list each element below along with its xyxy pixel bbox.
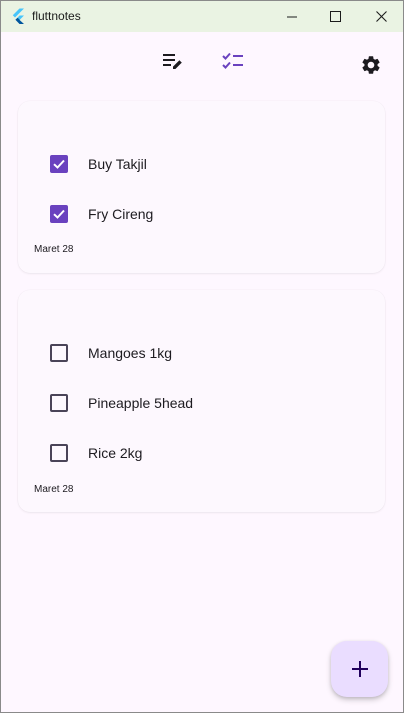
checklist-item[interactable]: Buy Takjil [18,143,385,183]
checklist-item[interactable]: Rice 2kg [18,432,385,472]
checkbox-checked[interactable] [50,155,68,173]
note-card[interactable]: Buy Takjil Fry Cireng Maret 28 [18,101,385,273]
checklist-view-button[interactable] [213,41,253,81]
checklist-item[interactable]: Pineapple 5head [18,382,385,422]
checkmark-icon [53,159,65,169]
maximize-icon [329,11,341,22]
notes-edit-icon [163,54,182,69]
checklist-icon [222,52,243,69]
note-date: Maret 28 [34,244,74,255]
gear-icon [362,56,380,74]
checklist-item[interactable]: Fry Cireng [18,193,385,233]
checklist-item-label: Fry Cireng [88,206,154,222]
settings-button[interactable] [351,45,391,85]
note-date: Maret 28 [34,484,74,495]
checklist-item[interactable]: Mangoes 1kg [18,332,385,372]
flutter-logo-icon [12,8,24,24]
title-bar[interactable]: fluttnotes [1,1,403,32]
checklist-item-label: Rice 2kg [88,445,143,461]
close-icon [375,11,387,22]
checklist-item-label: Mangoes 1kg [88,345,173,361]
checklist-item-label: Buy Takjil [88,156,147,172]
app-bar [1,32,403,96]
window-title: fluttnotes [32,9,81,23]
maximize-button[interactable] [312,1,358,32]
checkbox-unchecked[interactable] [50,444,68,462]
note-card[interactable]: Mangoes 1kg Pineapple 5head Rice 2kg Mar… [18,290,385,512]
checkbox-checked[interactable] [50,205,68,223]
minimize-button[interactable] [269,1,315,32]
add-note-button[interactable] [331,641,388,697]
minimize-icon [287,16,297,17]
checkbox-unchecked[interactable] [50,394,68,412]
plus-icon [351,661,368,677]
close-button[interactable] [358,1,403,32]
notes-view-button[interactable] [153,42,193,82]
checkmark-icon [53,209,65,219]
app-window: fluttnotes Buy Takjil Fry Cireng Maret 2… [0,0,404,713]
checkbox-unchecked[interactable] [50,344,68,362]
checklist-item-label: Pineapple 5head [88,395,194,411]
